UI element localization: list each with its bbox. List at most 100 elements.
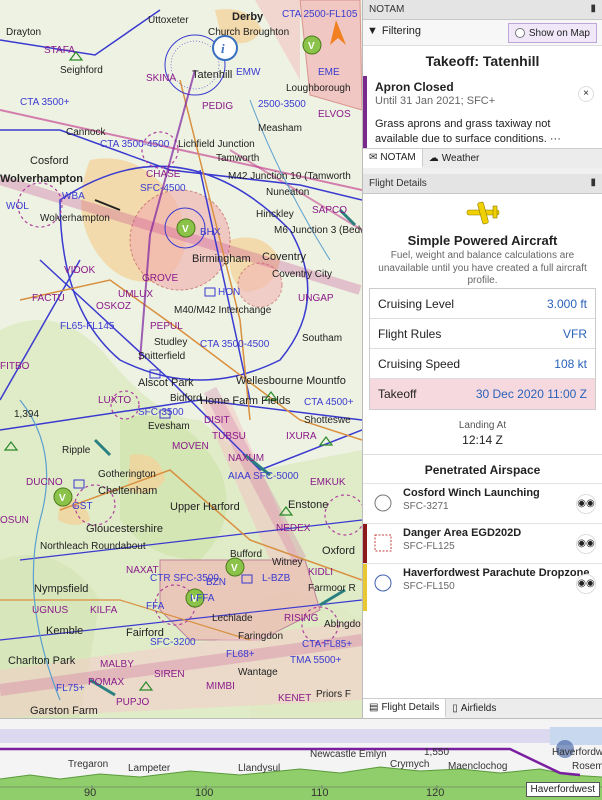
pin-icon[interactable]: ▮ (590, 177, 596, 188)
map-point-naxat: NAXAT (126, 565, 159, 576)
map-town-faringdon: Faringdon (238, 631, 284, 642)
notam-card-title: Apron Closed (375, 80, 454, 94)
cruising-speed-row[interactable]: Cruising Speed 108 kt (370, 349, 595, 379)
map-town-shotteswell: Shotteswe (304, 415, 351, 426)
map-town-cannock: Cannock (66, 127, 106, 138)
svg-text:V: V (182, 224, 189, 235)
close-icon[interactable]: × (578, 86, 594, 102)
notam-toolbar: ▼ Filtering Show on Map (363, 20, 602, 46)
airspace-code: SFC-3271 (403, 501, 449, 512)
notam-pane-header: NOTAM ▮ (363, 0, 602, 20)
profile-axis-tick: 100 (195, 787, 214, 799)
tab-flight-details[interactable]: ▤ Flight Details (363, 699, 447, 718)
profile-place: Maenclochog (448, 761, 508, 772)
map-town-northleach: Northleach Roundabout (40, 541, 146, 552)
binoculars-icon[interactable]: ◉◉ (576, 574, 596, 594)
map-point-pomax: POMAX (88, 677, 125, 688)
profile-axis-tick: 110 (311, 787, 329, 799)
notam-card-subtitle: Until 31 Jan 2021; SFC+ (375, 95, 496, 107)
tab-airfields[interactable]: ▯ Airfields (446, 699, 502, 718)
map-point-skina: SKINA (146, 73, 177, 84)
aircraft-name: Simple Powered Aircraft (407, 233, 558, 248)
map-point-fitbo: FITBO (0, 361, 30, 372)
airspace-name: Cosford Winch Launching (403, 487, 540, 499)
tab-notam-label: NOTAM (380, 152, 416, 163)
takeoff-row[interactable]: Takeoff 30 Dec 2020 11:00 Z (370, 379, 595, 409)
map-point-pepul: PEPUL (150, 321, 183, 332)
map-town-oxford: Oxford (322, 545, 356, 557)
flight-details-title: Flight Details (369, 178, 427, 189)
map-airspace-cta-3500: CTA 3500+ (20, 97, 70, 108)
map-airspace-sfc-3200: SFC-3200 (150, 637, 196, 648)
binoculars-icon[interactable]: ◉◉ (576, 494, 596, 514)
map-town-nympsfield: Nympsfield (34, 583, 89, 595)
map-town-derby: Derby (232, 11, 264, 23)
map-airspace-2500-3500: 2500-3500 (258, 99, 306, 110)
tab-notam[interactable]: ✉ NOTAM (363, 149, 423, 168)
show-on-map-toggle[interactable]: Show on Map (507, 23, 597, 43)
chart-map[interactable]: V V V V V i Derby Uttoxeter Church Broug… (0, 0, 362, 718)
danger-area-icon (374, 534, 392, 552)
map-town-wolverhampton: Wolverhampton (0, 173, 83, 185)
cruising-level-value: 3.000 ft (546, 296, 587, 311)
map-l-bzb: L-BZB (262, 573, 291, 584)
vertical-profile[interactable]: Tregaron Lampeter Llandysul Newcastle Em… (0, 718, 602, 800)
map-point-moven: MOVEN (172, 441, 209, 452)
map-town-lichfield-junction: Lichfield Junction (178, 139, 255, 150)
destination-tag[interactable]: Haverfordwest (525, 782, 600, 797)
pin-icon[interactable]: ▮ (590, 3, 596, 14)
envelope-icon: ✉ (369, 152, 378, 163)
map-point-factu: FACTU (32, 293, 65, 304)
map-point-vidok: VIDOK (64, 265, 96, 276)
map-point-siren: SIREN (154, 669, 185, 680)
map-point-sapco: SAPCO (312, 205, 348, 216)
map-bzn: BZN (206, 577, 226, 588)
map-emw: EMW (236, 67, 261, 78)
map-airfield-tatenhill: Tatenhill (192, 69, 233, 81)
profile-place: Newcastle Emlyn (310, 749, 387, 760)
tab-weather[interactable]: ☁ Weather (423, 149, 486, 168)
map-airspace-cta-3500-4500-b: CTA 3500-4500 (200, 339, 270, 350)
tab-flight-details-label: Flight Details (381, 702, 440, 713)
map-town-upper-harford: Upper Harford (170, 501, 240, 513)
map-town-garston-farm: Garston Farm (30, 705, 98, 717)
show-on-map-label: Show on Map (528, 27, 590, 39)
map-town-loughborough: Loughborough (286, 83, 351, 94)
notam-card[interactable]: Apron Closed Until 31 Jan 2021; SFC+ Gra… (363, 76, 602, 148)
map-town-seighford: Seighford (60, 65, 103, 76)
landing-value: 12:14 Z (462, 433, 503, 447)
aircraft-section[interactable]: Simple Powered Aircraft Fuel, weight and… (363, 194, 602, 286)
map-town-abingdon: Abingdo (324, 619, 361, 630)
flight-rules-row[interactable]: Flight Rules VFR (370, 319, 595, 349)
map-point-kenet: KENET (278, 693, 312, 704)
map-town-enstone: Enstone (288, 499, 329, 511)
airspace-code: SFC-FL150 (403, 581, 455, 592)
tab-airfields-label: Airfields (460, 703, 497, 714)
map-town-m40-m42: M40/M42 Interchange (174, 305, 272, 316)
map-town-witney: Witney (272, 557, 303, 568)
map-point-pedig: PEDIG (202, 101, 234, 112)
map-town-birmingham: Birmingham (192, 253, 251, 265)
map-point-ixura: IXURA (286, 431, 317, 442)
map-town-snitterfield: Snitterfield (138, 351, 186, 362)
map-point-mimbi: MIMBI (206, 681, 235, 692)
map-town-lechlade: Lechlade (212, 613, 253, 624)
airspace-item[interactable]: Haverfordwest Parachute Dropzone SFC-FL1… (363, 563, 602, 611)
side-tabs: ▤ Flight Details ▯ Airfields (363, 698, 602, 718)
map-bhx: BHX (200, 227, 221, 238)
cruising-level-row[interactable]: Cruising Level 3.000 ft (370, 289, 595, 319)
airspace-item[interactable]: Danger Area EGD202D SFC-FL125 ◉◉ (363, 523, 602, 563)
map-town-hinckley: Hinckley (256, 209, 294, 220)
app-window: V V V V V i Derby Uttoxeter Church Broug… (0, 0, 602, 800)
binoculars-icon[interactable]: ◉◉ (576, 534, 596, 554)
map-airspace-sfc-4500: SFC-4500 (140, 183, 186, 194)
map-town-charlton-park: Charlton Park (8, 655, 76, 667)
map-town-studley: Studley (154, 337, 188, 348)
takeoff-label: Takeoff (378, 387, 417, 401)
airspace-item[interactable]: Cosford Winch Launching SFC-3271 ◉◉ (363, 483, 602, 523)
document-icon: ▤ (369, 702, 379, 713)
filter-button[interactable]: ▼ Filtering (367, 25, 421, 37)
map-airspace-cta-2500: CTA 2500-FL105 (282, 9, 358, 20)
profile-axis-tick: 90 (84, 787, 97, 799)
map-hon: HON (218, 287, 241, 298)
